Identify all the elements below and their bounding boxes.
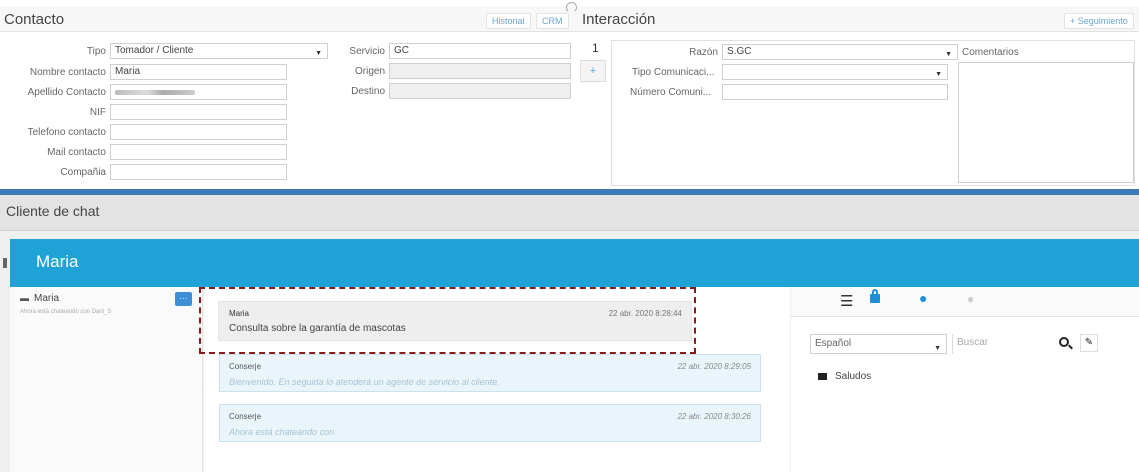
message-time: 22 abr. 2020 8:29:05 bbox=[677, 362, 751, 371]
destino-input[interactable] bbox=[389, 83, 571, 99]
razon-label: Razón bbox=[689, 47, 718, 58]
search-icon-handle bbox=[1068, 344, 1073, 350]
conversation-menu-button[interactable]: ··· bbox=[175, 292, 192, 306]
folder-icon bbox=[818, 373, 827, 380]
list-icon[interactable]: ☰ bbox=[840, 292, 853, 310]
collapse-icon[interactable] bbox=[566, 2, 577, 13]
message-author: Conserje bbox=[229, 412, 262, 421]
interaccion-header bbox=[578, 6, 1139, 32]
interaction-counter: 1 bbox=[592, 41, 599, 55]
users-icon[interactable]: ● bbox=[919, 290, 927, 306]
interaccion-title: Interacción bbox=[582, 11, 656, 28]
compania-label: Compañia bbox=[60, 167, 106, 178]
folder-label[interactable]: Saludos bbox=[835, 371, 871, 382]
chevron-down-icon: ▼ bbox=[934, 345, 941, 352]
telefono-input[interactable] bbox=[110, 124, 287, 140]
nif-label: NIF bbox=[89, 107, 106, 118]
origen-input[interactable] bbox=[389, 63, 571, 79]
servicio-input[interactable]: GC bbox=[389, 43, 571, 59]
historial-button[interactable]: Historial bbox=[486, 13, 531, 29]
chat-contact-name: Maria bbox=[36, 252, 79, 271]
razon-select[interactable]: S.GC ▼ bbox=[722, 44, 958, 60]
interaccion-panel: Razón S.GC ▼ Tipo Comunicaci... ▼ Número… bbox=[611, 40, 1135, 186]
servicio-label: Servicio bbox=[349, 46, 385, 57]
tipo-value: Tomador / Cliente bbox=[115, 45, 194, 56]
chat-sidebar: ▬ Maria Ahora está chateando con Dani_S … bbox=[10, 287, 203, 472]
razon-value: S.GC bbox=[727, 46, 752, 57]
conversation-item[interactable]: ▬ Maria Ahora está chateando con Dani_S … bbox=[10, 287, 203, 327]
crm-button[interactable]: CRM bbox=[536, 13, 569, 29]
tipo-select[interactable]: Tomador / Cliente ▼ bbox=[110, 43, 328, 59]
tipo-comunicacion-select[interactable]: ▼ bbox=[722, 64, 948, 80]
language-select[interactable]: Español ▼ bbox=[810, 334, 947, 354]
tipo-label: Tipo bbox=[86, 46, 106, 57]
language-value: Español bbox=[815, 338, 852, 349]
speech-bubble-icon: ▬ bbox=[20, 293, 29, 303]
apellido-label: Apellido Contacto bbox=[27, 87, 106, 98]
comentarios-label: Comentarios bbox=[962, 47, 1019, 58]
nombre-input[interactable]: Maria bbox=[110, 64, 287, 80]
numero-comunicacion-label: Número Comuni... bbox=[630, 87, 712, 98]
message-text: Bienvenido. En seguida lo atenderá un ag… bbox=[229, 377, 500, 387]
nombre-label: Nombre contacto bbox=[29, 67, 106, 78]
message-2: Conserje 22 abr. 2020 8:29:05 Bienvenido… bbox=[219, 354, 761, 392]
seguimiento-button[interactable]: + Seguimiento bbox=[1064, 13, 1134, 29]
redacted-surname bbox=[115, 90, 195, 95]
nif-input[interactable] bbox=[110, 104, 287, 120]
search-placeholder: Buscar bbox=[957, 337, 989, 348]
search-input[interactable]: Buscar bbox=[952, 334, 1057, 354]
chat-section-header: Cliente de chat bbox=[0, 195, 1139, 231]
telefono-label: Telefono contacto bbox=[27, 127, 106, 138]
tools-panel: ☰ ● ● Español ▼ Buscar ✎ Saludos bbox=[791, 287, 1139, 472]
mail-input[interactable] bbox=[110, 144, 287, 160]
message-text: Ahora está chateando con bbox=[229, 427, 335, 437]
numero-comunicacion-input[interactable] bbox=[722, 84, 948, 100]
mail-label: Mail contacto bbox=[47, 147, 106, 158]
message-3: Conserje 22 abr. 2020 8:30:26 Ahora está… bbox=[219, 404, 761, 442]
comentarios-textarea[interactable] bbox=[958, 62, 1134, 183]
conversation-status: Ahora está chateando con Dani_S bbox=[20, 309, 112, 315]
collapse-handle[interactable] bbox=[3, 258, 7, 268]
tipo-comunicacion-label: Tipo Comunicaci... bbox=[632, 67, 715, 78]
origen-label: Origen bbox=[354, 66, 385, 77]
message-time: 22 abr. 2020 8:30:26 bbox=[677, 412, 751, 421]
chat-section-title: Cliente de chat bbox=[6, 203, 100, 219]
highlight-box bbox=[199, 287, 696, 354]
apellido-input[interactable] bbox=[110, 84, 287, 100]
contacto-title: Contacto bbox=[4, 11, 65, 28]
chevron-down-icon: ▼ bbox=[315, 50, 322, 57]
eraser-icon[interactable]: ✎ bbox=[1080, 334, 1098, 352]
destino-label: Destino bbox=[351, 86, 385, 97]
conversation-name: Maria bbox=[34, 293, 60, 304]
lock-shackle bbox=[872, 289, 878, 296]
chat-contact-header: Maria bbox=[10, 239, 1139, 287]
chevron-down-icon: ▼ bbox=[945, 51, 952, 58]
message-author: Conserje bbox=[229, 362, 262, 371]
chat-bubbles-icon[interactable]: ● bbox=[967, 292, 974, 306]
compania-input[interactable] bbox=[110, 164, 287, 180]
chevron-down-icon: ▼ bbox=[935, 71, 942, 78]
add-interaction-button[interactable]: + bbox=[580, 60, 606, 82]
